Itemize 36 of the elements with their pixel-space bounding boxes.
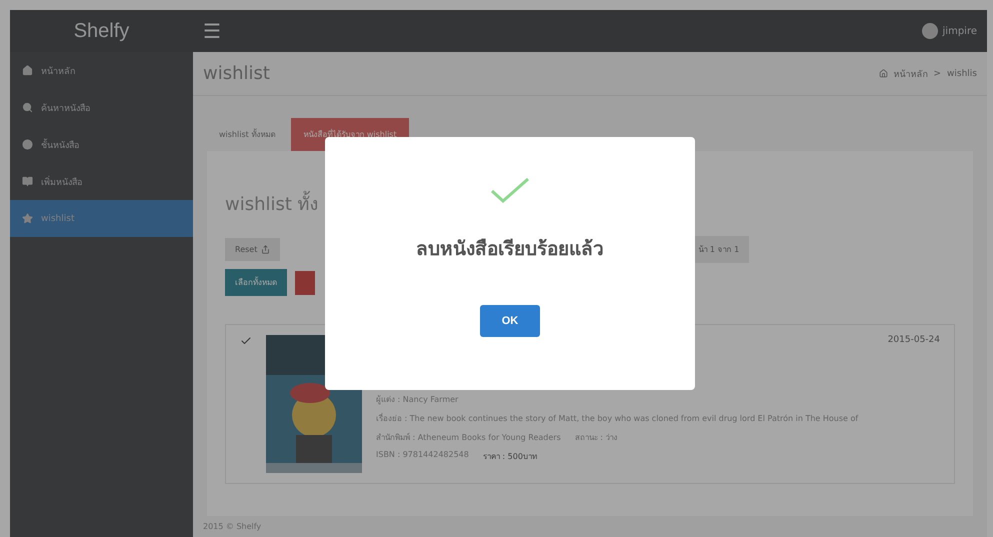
check-icon xyxy=(490,177,530,203)
book-author: ผู้แต่ง : Nancy Farmer xyxy=(376,394,460,406)
book-price: ราคา : 500บาท xyxy=(482,451,537,463)
book-status: สถานะ : ว่าง xyxy=(574,432,618,444)
panel-title: wishlist ทั้ง xyxy=(225,189,319,218)
share-icon xyxy=(261,245,270,254)
reset-button[interactable]: Reset xyxy=(225,238,280,261)
book-isbn: ISBN : 9781442482548 xyxy=(376,450,469,461)
brand-logo: Shelfy xyxy=(72,20,130,42)
menu-button[interactable]: ☰ xyxy=(193,18,231,44)
home-icon xyxy=(22,65,33,76)
select-all-button[interactable]: เลือกทั้งหมด xyxy=(225,269,287,296)
book-description: เรื่องย่อ : The new book continues the story of Matt, the boy who was cloned from evil drug lord El Patrón in The House of xyxy=(376,412,860,425)
check-icon[interactable] xyxy=(240,335,252,347)
ok-button[interactable]: OK xyxy=(480,305,540,337)
book-publisher: สำนักพิมพ์ : Atheneum Books for Young Readers xyxy=(376,432,561,444)
breadcrumb-link[interactable]: wishlis xyxy=(947,68,977,78)
book-icon xyxy=(22,176,33,187)
footer-text: 2015 © Shelfy xyxy=(202,521,262,533)
tab[interactable]: wishlist ทั้งหมด xyxy=(207,118,288,151)
sidebar-item[interactable]: ชั้นหนังสือ xyxy=(10,126,193,163)
sidebar-item[interactable]: wishlist xyxy=(10,200,193,237)
sidebar-item[interactable]: ค้นหาหนังสือ xyxy=(10,89,193,126)
breadcrumb-separator: > xyxy=(934,68,942,78)
delete-button[interactable] xyxy=(295,270,315,294)
search-icon xyxy=(22,102,33,113)
user-menu[interactable]: jimpire xyxy=(942,26,977,36)
page-title: wishlist xyxy=(203,63,270,84)
breadcrumb-link[interactable]: หน้าหลัก xyxy=(894,66,928,80)
home-icon xyxy=(878,69,888,78)
book-date: 2015-05-24 xyxy=(888,335,940,347)
sidebar-item[interactable]: เพิ่มหนังสือ xyxy=(10,163,193,200)
sidebar-item[interactable]: หน้าหลัก xyxy=(10,52,193,89)
dialog-message: ลบหนังสือเรียบร้อยแล้ว xyxy=(416,237,604,262)
star-icon xyxy=(22,213,33,224)
avatar-icon xyxy=(922,23,938,39)
